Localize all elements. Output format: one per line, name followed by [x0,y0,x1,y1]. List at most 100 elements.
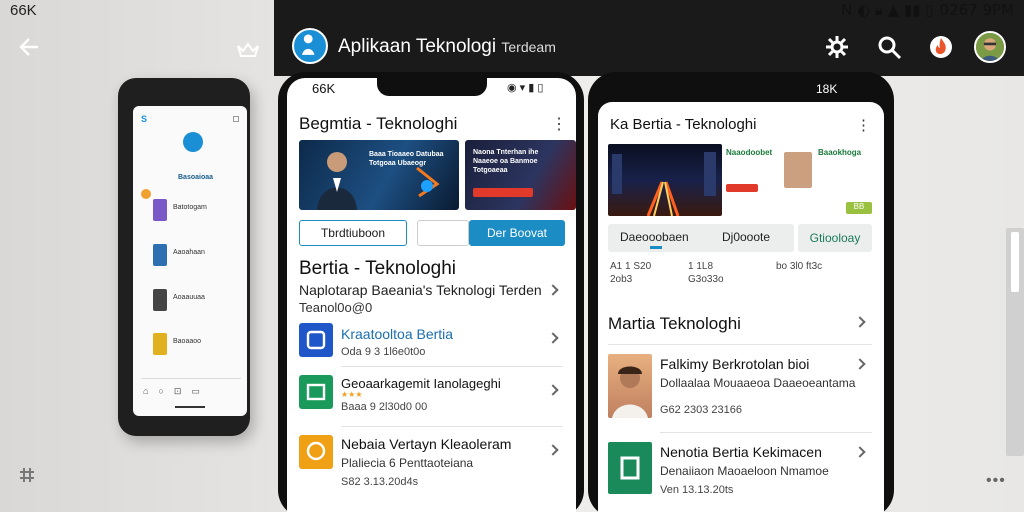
right-stat: bo 3l0 ft3c [776,261,823,272]
tab-second[interactable]: Dj0ooote [722,230,770,244]
mid-status-icons: ◉ ▾ ▮ ▯ [507,82,544,94]
left-home-indicator [175,406,205,408]
list-item-icon [299,375,333,409]
left-list-item[interactable]: Batotogam [153,199,241,221]
left-nav-divider [141,378,241,379]
tab-third[interactable]: Gtiooloay [798,224,872,252]
list-item-meta-secondary: G62 2303 23166 [660,404,742,416]
more-icon[interactable]: ••• [986,472,1006,490]
list-item-title[interactable]: Nebaia Vertayn Kleaoleram [341,436,511,452]
list-item-meta-secondary: Ven 13.13.20ts [660,484,734,496]
cube-icon [306,330,326,350]
list-item-icon[interactable] [608,442,652,494]
right-section-title: Martia Teknologhi [608,314,741,333]
list-item-meta: Dollaalaa Mouaaeoa Daaeoeantama [660,376,856,390]
right-card-2-text: Naaodoobet [726,148,773,157]
right-card-3-text: Baaokhoga [818,148,862,157]
search-icon[interactable] [876,34,902,60]
filled-button[interactable]: Der Boovat [469,220,565,246]
settings-icon[interactable] [824,34,850,60]
status-time: 0267 9PM [939,1,1014,19]
right-phone-screen: Ka Bertia - Teknologhi ⋮ Naaodoobet Baao… [598,102,884,512]
list-item-meta-secondary: S82 3.13.20d4s [341,476,419,488]
chevron-right-icon[interactable] [854,358,866,370]
left-menu-icon[interactable] [233,116,239,122]
mid-overflow-menu-icon[interactable]: ⋮ [551,114,567,134]
mid-banner-secondary[interactable]: Naona Tnterhan ihe Naaeoe oa Banmoe Totg… [465,140,576,210]
list-item-icon [299,323,333,357]
user-avatar[interactable] [974,31,1006,63]
rating-stars: ★★★ [341,390,363,399]
right-card-portrait[interactable] [784,152,812,188]
mid-section-subtitle: Naplotarap Baeania's Teknologi Terden [299,282,542,298]
app-title: Aplikaan Teknologi Terdeam [338,36,556,57]
left-bottom-nav[interactable]: ⌂○⊡▭ [143,386,210,397]
crown-icon[interactable] [236,40,260,58]
grid-icon[interactable] [18,466,36,484]
corner-label: 66K [10,2,37,19]
tab-first[interactable]: Daeooobaen [620,230,689,244]
left-list-item[interactable]: Aaoahaan [153,244,241,266]
list-item-meta: Denaiiaon Maoaeloon Nmamoe [660,464,829,478]
left-logo-letter: S [141,114,148,124]
scrollbar-thumb[interactable] [1011,232,1019,292]
fire-notification-icon[interactable] [928,34,954,60]
chevron-right-icon[interactable] [547,384,559,396]
list-item-title[interactable]: Geoaarkagemit Ianolageghi [341,376,501,391]
chat-bubble-icon [306,441,326,461]
mid-banner-primary[interactable]: Baaa Tioaaeo Datubaa Totgoaa Ubaeogr [299,140,459,210]
middle-phone-screen: 66K ◉ ▾ ▮ ▯ Begmtia - Teknologhi ⋮ Baaa … [287,78,576,512]
left-list-item[interactable]: Aoaauuaa [153,289,241,311]
list-item-thumbnail[interactable] [608,354,652,418]
mid-section-title: Bertia - Teknologhi [299,258,457,279]
document-icon [306,383,326,401]
chevron-right-icon[interactable] [854,316,866,328]
left-badge [141,189,151,199]
right-stat: 1 1L8 G3o33o [688,261,724,285]
list-item-title[interactable]: Nenotia Bertia Kekimacen [660,444,822,460]
right-overflow-menu-icon[interactable]: ⋮ [856,116,871,134]
left-app-logo [183,132,203,152]
mid-status-label: 66K [312,81,336,96]
list-item-title[interactable]: Falkimy Berkrotolan bioi [660,356,809,372]
mid-notch [377,78,487,96]
section-divider [608,344,872,345]
city-night-illustration [612,152,716,216]
document-icon [620,456,640,480]
list-divider [341,366,563,367]
status-icons: N ◐ 🔒︎ ▲ ▮▮ ▯ [841,1,934,19]
app-logo[interactable] [292,28,328,64]
empty-button[interactable] [417,220,469,246]
mid-section-subtitle-2: Teanol0o@0 [299,300,373,315]
right-stat: A1 1 S20 2ob3 [610,261,652,285]
list-item-meta: Baaa 9 2l30d0 00 [341,401,428,413]
right-app-title: Ka Bertia - Teknologhi [610,116,757,133]
avatar-face-icon [976,33,1004,61]
list-item-meta: Oda 9 3 1l6e0t0o [341,346,426,358]
right-card-city[interactable] [608,144,722,216]
left-brand: Basoaioaa [178,174,214,181]
list-item-meta: Plaliecia 6 Penttaoteiana [341,456,474,470]
chevron-right-icon[interactable] [854,446,866,458]
list-item-title[interactable]: Kraatooltoa Bertia [341,326,453,342]
right-card-2-button[interactable] [726,184,758,192]
outline-button[interactable]: Tbrdtiuboon [299,220,407,246]
right-badge: BB [846,202,872,214]
person-thumbnail-icon [612,366,648,418]
banner-primary-text: Baaa Tioaaeo Datubaa Totgoaa Ubaeogr [369,151,444,167]
status-bar: N ◐ 🔒︎ ▲ ▮▮ ▯ 0267 9PM [812,0,1024,20]
list-item-icon [299,435,333,469]
list-divider [341,426,563,427]
person-logo-icon [302,34,315,55]
back-arrow-icon[interactable] [18,36,40,58]
left-phone-screen: S Basoaioaa Batotogam Aaoahaan Aoaauuaa … [133,106,247,416]
banner-cta-button[interactable] [473,188,533,197]
list-divider [660,432,872,433]
banner-secondary-text: Naona Tnterhan ihe Naaeoe oa Banmoe Totg… [473,149,539,174]
chevron-right-icon[interactable] [547,284,559,296]
left-list-item[interactable]: Baoaaoo [153,333,241,355]
right-status-label: 18K [816,82,838,96]
chevron-right-icon[interactable] [547,444,559,456]
chevron-right-icon[interactable] [547,332,559,344]
tab-indicator [650,246,662,249]
